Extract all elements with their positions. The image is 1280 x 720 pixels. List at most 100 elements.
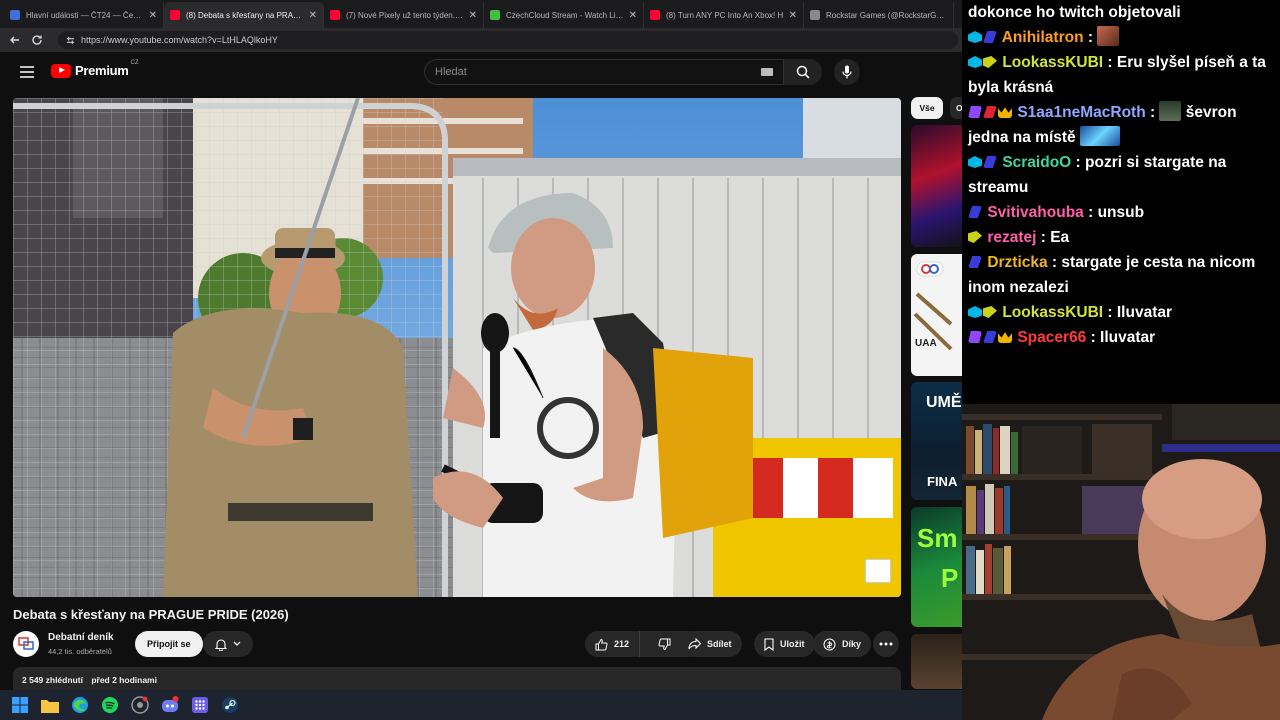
- discord-icon: [162, 696, 179, 712]
- thanks-label: Díky: [842, 639, 862, 649]
- chat-username[interactable]: S1aa1neMacRoth: [1017, 104, 1145, 121]
- prime-badge-icon[interactable]: [968, 331, 982, 343]
- chat-username[interactable]: Svitivahouba: [987, 204, 1083, 221]
- browser-tab[interactable]: Hlavní události — ČT24 — Česká ✕: [4, 2, 164, 28]
- browser-tab[interactable]: (7) Nové Pixely už tento týden. | F ✕: [324, 2, 484, 28]
- chat-message: rezatej : Ea: [968, 225, 1274, 250]
- tab-close-icon[interactable]: ✕: [469, 10, 477, 21]
- sub-badge-icon[interactable]: [968, 256, 982, 268]
- reload-button[interactable]: [28, 31, 46, 49]
- tab-label: (8) Turn ANY PC Into An Xbox! H: [666, 10, 784, 20]
- url-field[interactable]: https://www.youtube.com/watch?v=LtHLAQlk…: [58, 31, 958, 49]
- taskbar-app[interactable]: [220, 695, 240, 715]
- thumbnail-text: Sm: [917, 523, 958, 553]
- address-bar: https://www.youtube.com/watch?v=LtHLAQlk…: [0, 28, 962, 52]
- chat-text: dokonce ho twitch objetovali: [968, 4, 1181, 21]
- youtube-play-icon: [51, 63, 71, 78]
- youtube-premium-logo[interactable]: Premium CZ: [51, 60, 139, 78]
- keyboard-icon[interactable]: [761, 68, 773, 76]
- chat-username[interactable]: rezatej: [987, 229, 1036, 246]
- chat-message: S1aa1neMacRoth : ševron jedna na místě: [968, 100, 1274, 150]
- chat-text: Iluvatar: [1100, 329, 1156, 346]
- taskbar-app[interactable]: [130, 695, 150, 715]
- tab-favicon: [170, 10, 180, 20]
- chat-username[interactable]: Anihilatron: [1002, 29, 1084, 46]
- tier-badge-icon[interactable]: [968, 306, 982, 318]
- search-input[interactable]: Hledat: [424, 59, 784, 85]
- channel-name[interactable]: Debatní deník: [48, 632, 114, 643]
- save-button[interactable]: Uložit: [754, 631, 815, 657]
- tab-favicon: [490, 10, 500, 20]
- windows-taskbar: [0, 690, 962, 720]
- app-grid-icon: [192, 697, 208, 713]
- gold-badge-icon[interactable]: [983, 56, 997, 68]
- tab-favicon: [810, 10, 820, 20]
- chevron-down-icon: [233, 641, 241, 646]
- sub-badge-icon[interactable]: [968, 206, 982, 218]
- channel-subscriber-count: 44,2 tis. odběratelů: [48, 647, 112, 656]
- region-badge: CZ: [130, 60, 139, 66]
- voice-search-button[interactable]: [834, 59, 860, 85]
- tier-badge-icon[interactable]: [968, 156, 982, 168]
- chat-username[interactable]: ScraidoO: [1002, 154, 1071, 171]
- tab-close-icon[interactable]: ✕: [149, 10, 157, 21]
- sub-badge-icon[interactable]: [983, 31, 997, 43]
- gold-badge-icon[interactable]: [983, 306, 997, 318]
- share-icon: [688, 638, 701, 650]
- chat-username[interactable]: LookassKUBI: [1002, 54, 1103, 71]
- tab-close-icon[interactable]: ✕: [309, 10, 317, 21]
- screen: Hlavní události — ČT24 — Česká ✕ (8) Deba…: [0, 0, 1280, 720]
- chat-username[interactable]: LookassKUBI: [1002, 304, 1103, 321]
- tier-badge-icon[interactable]: [968, 56, 982, 68]
- site-info-icon[interactable]: [66, 36, 75, 45]
- crown-badge-icon[interactable]: [998, 332, 1012, 343]
- sub-badge-icon[interactable]: [983, 156, 997, 168]
- microphone-icon: [842, 65, 852, 79]
- chat-message: Svitivahouba : unsub: [968, 200, 1274, 225]
- chat-emote-icon: [1080, 126, 1120, 146]
- join-button[interactable]: Připojit se: [135, 631, 203, 657]
- more-actions-button[interactable]: [873, 631, 899, 657]
- thanks-button[interactable]: Díky: [813, 631, 872, 657]
- search-placeholder: Hledat: [435, 66, 467, 78]
- chat-message: Spacer66 : Iluvatar: [968, 325, 1274, 350]
- chat-username[interactable]: Drzticka: [987, 254, 1047, 271]
- hamburger-menu-icon[interactable]: [20, 66, 34, 78]
- spotify-icon: [102, 697, 118, 713]
- taskbar-app[interactable]: [40, 695, 60, 715]
- like-count: 212: [614, 639, 630, 649]
- publish-date: před 2 hodinami: [91, 675, 157, 685]
- filter-chip-all[interactable]: Vše: [911, 97, 943, 119]
- prime-badge-icon[interactable]: [968, 106, 982, 118]
- windows-start-button[interactable]: [10, 695, 30, 715]
- search-button[interactable]: [784, 59, 822, 85]
- thumbs-up-icon: [595, 638, 608, 650]
- tier-badge-icon[interactable]: [968, 31, 982, 43]
- red-badge-icon[interactable]: [983, 106, 997, 118]
- tab-close-icon[interactable]: ✕: [629, 10, 637, 21]
- taskbar-app[interactable]: [70, 695, 90, 715]
- taskbar-app[interactable]: [190, 695, 210, 715]
- notification-button[interactable]: [203, 631, 253, 657]
- taskbar-app[interactable]: [160, 695, 180, 715]
- taskbar-app[interactable]: [100, 695, 120, 715]
- browser-tab[interactable]: CzechCloud Stream - Watch Live o ✕: [484, 2, 644, 28]
- bookmark-icon: [764, 637, 774, 651]
- arrow-left-icon: [10, 36, 19, 44]
- channel-watermark-logo[interactable]: [865, 559, 891, 583]
- browser-tab[interactable]: (8) Turn ANY PC Into An Xbox! H ✕: [644, 2, 804, 28]
- browser-tab-active[interactable]: (8) Debata s křesťany na PRAGUE ✕: [164, 2, 324, 28]
- channel-avatar[interactable]: [13, 631, 39, 657]
- video-player[interactable]: [13, 98, 901, 597]
- crown-badge-icon[interactable]: [998, 107, 1012, 118]
- sub-badge-icon[interactable]: [983, 331, 997, 343]
- browser-tab[interactable]: Rockstar Games (@RockstarGame: [804, 2, 954, 28]
- back-button[interactable]: [6, 31, 24, 49]
- share-button[interactable]: Sdílet: [678, 631, 742, 657]
- like-button[interactable]: 212: [585, 631, 641, 657]
- chat-username[interactable]: Spacer66: [1017, 329, 1086, 346]
- chat-message: Anihilatron :: [968, 25, 1274, 50]
- tab-close-icon[interactable]: ✕: [789, 10, 797, 21]
- stream-chat-overlay: dokonce ho twitch objetovali Anihilatron…: [962, 0, 1280, 404]
- gold-badge-icon[interactable]: [968, 231, 982, 243]
